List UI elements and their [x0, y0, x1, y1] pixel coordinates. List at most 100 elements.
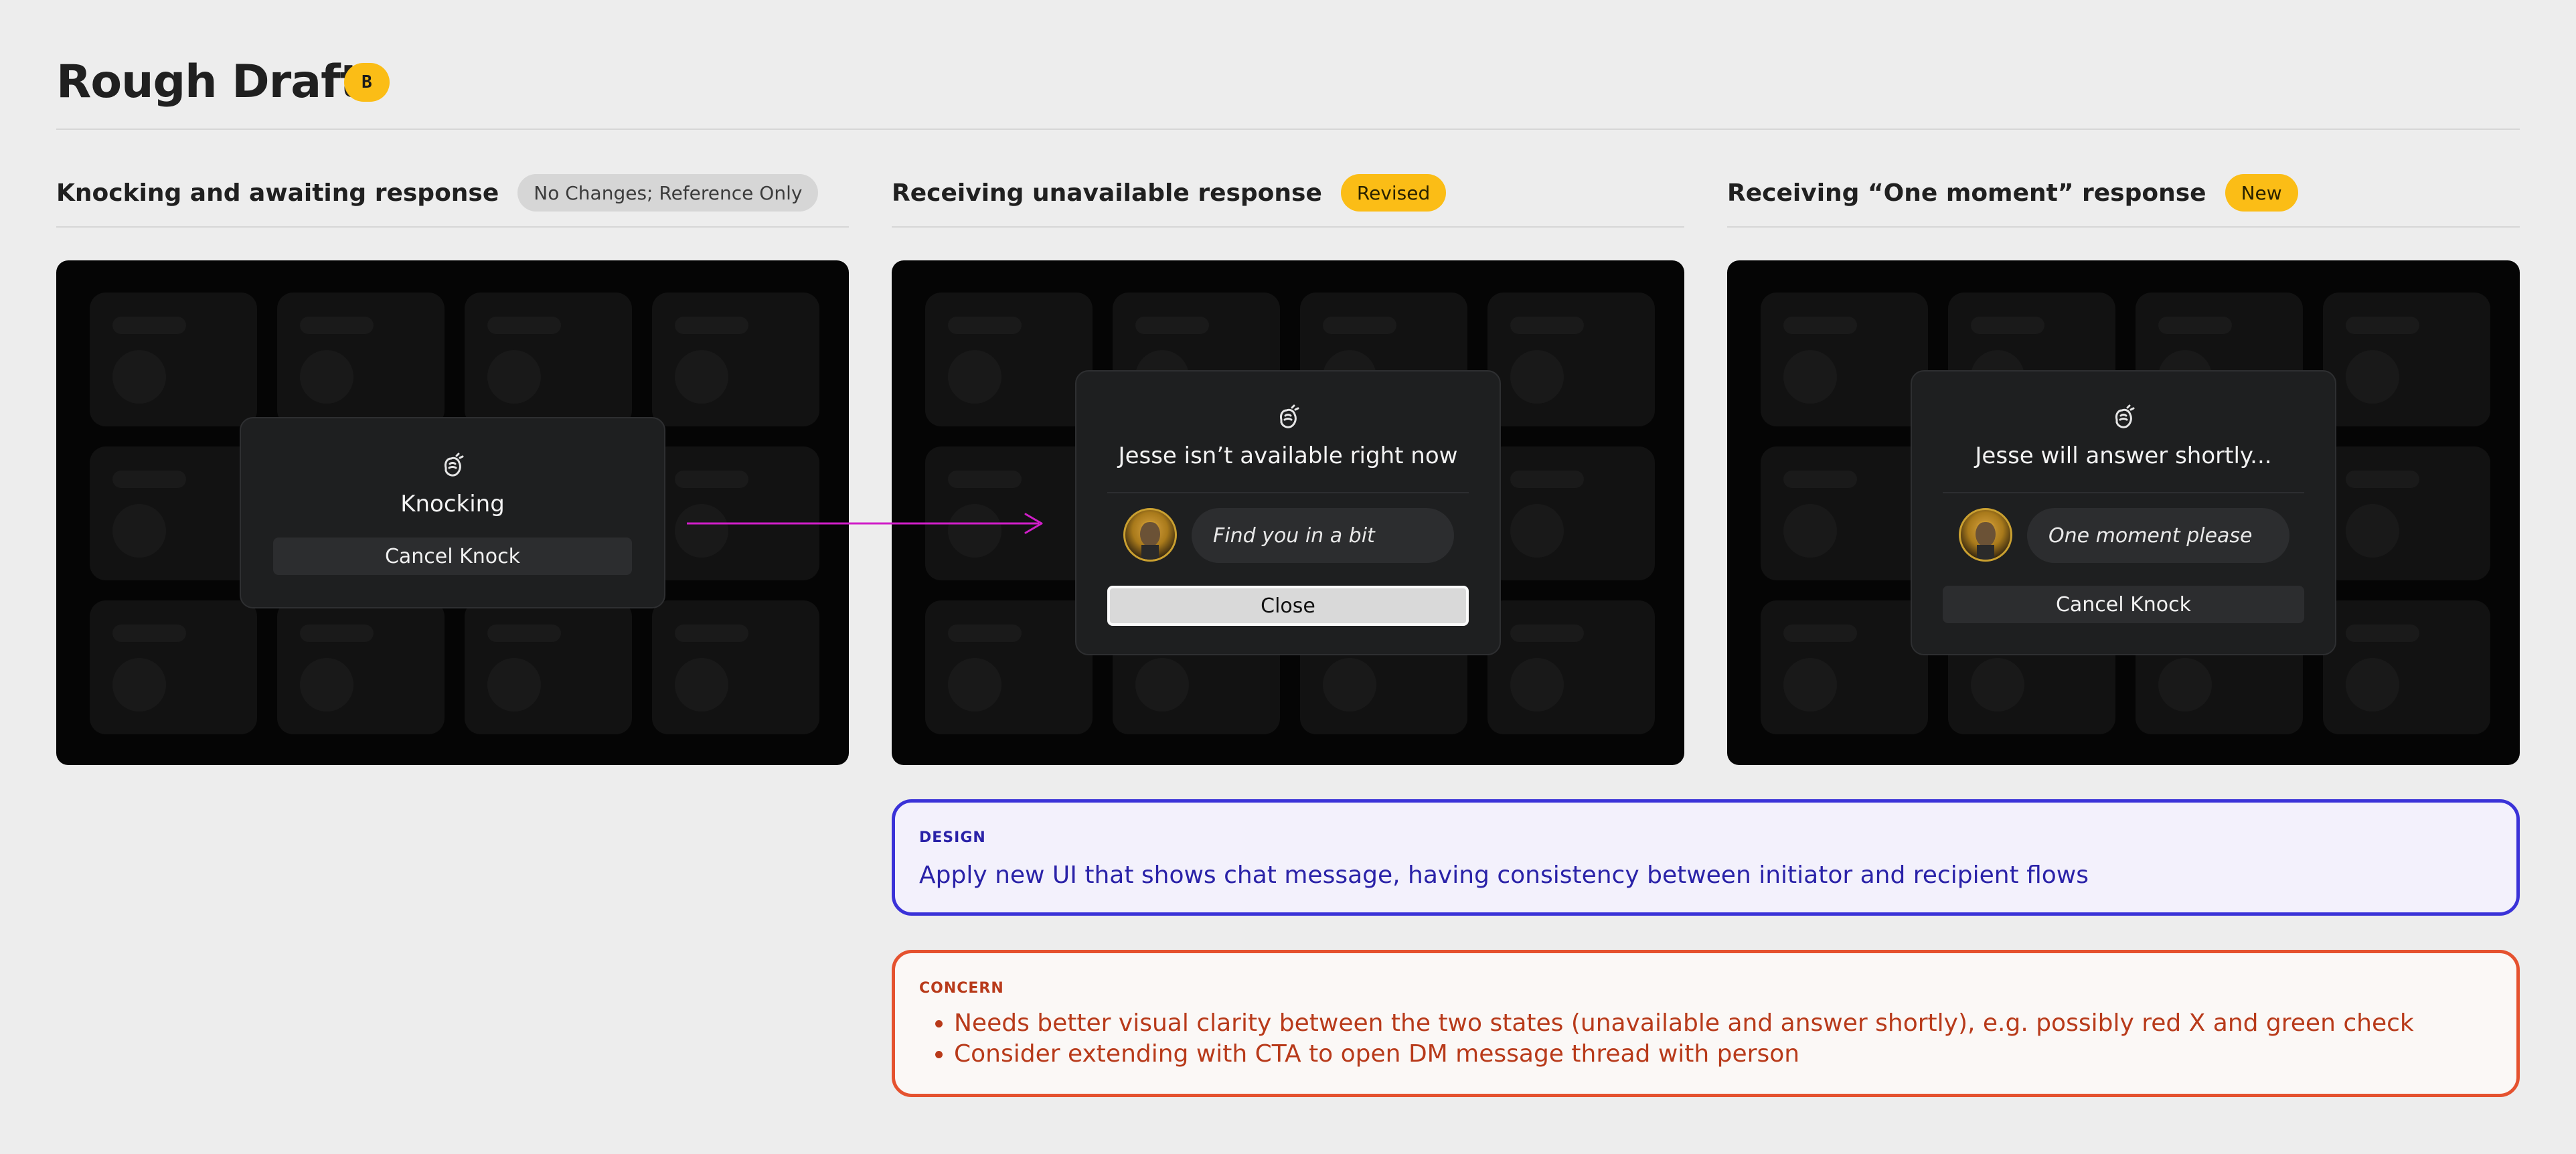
participant-tile	[90, 600, 257, 734]
tile-avatar-placeholder	[1510, 504, 1564, 558]
tile-avatar-placeholder	[1783, 504, 1837, 558]
participant-tile	[652, 293, 819, 426]
tile-avatar-placeholder	[112, 350, 166, 404]
tile-avatar-placeholder	[948, 658, 1001, 712]
unavailable-dialog: Jesse isn’t available right now Find you…	[1075, 370, 1501, 655]
avatar	[1123, 508, 1177, 562]
tile-name-placeholder	[2346, 317, 2419, 334]
tile-name-placeholder	[300, 317, 374, 334]
tile-avatar-placeholder	[300, 350, 353, 404]
dialog-divider	[1107, 492, 1469, 493]
dialog-title: Jesse will answer shortly...	[1975, 442, 2272, 469]
tile-avatar-placeholder	[2158, 658, 2212, 712]
status-badge: Revised	[1340, 174, 1447, 212]
tile-name-placeholder	[487, 317, 561, 334]
tile-avatar-placeholder	[1135, 658, 1189, 712]
design-note: DESIGN Apply new UI that shows chat mess…	[892, 799, 2520, 916]
tile-name-placeholder	[948, 471, 1022, 488]
knock-hand-icon	[1280, 404, 1299, 428]
column-divider	[56, 226, 849, 228]
tile-name-placeholder	[112, 317, 186, 334]
tile-name-placeholder	[112, 471, 186, 488]
participant-tile	[1487, 293, 1655, 426]
list-item: Consider extending with CTA to open DM m…	[954, 1039, 2414, 1070]
avatar	[1959, 508, 2012, 562]
dialog-title: Jesse isn’t available right now	[1118, 442, 1458, 469]
tile-avatar-placeholder	[1971, 658, 2024, 712]
participant-tile	[1487, 446, 1655, 580]
tile-avatar-placeholder	[300, 658, 353, 712]
participant-tile	[1761, 446, 1928, 580]
participant-tile	[1487, 600, 1655, 734]
tile-avatar-placeholder	[112, 658, 166, 712]
tile-avatar-placeholder	[2346, 350, 2399, 404]
tile-name-placeholder	[675, 471, 748, 488]
chat-message-bubble: One moment please	[2027, 508, 2289, 563]
knocking-dialog: Knocking Cancel Knock	[240, 417, 665, 608]
participant-tile	[1761, 293, 1928, 426]
tile-avatar-placeholder	[948, 350, 1001, 404]
tile-name-placeholder	[1323, 317, 1396, 334]
tile-name-placeholder	[675, 625, 748, 642]
concern-note: CONCERN Needs better visual clarity betw…	[892, 950, 2520, 1097]
tile-avatar-placeholder	[1323, 658, 1376, 712]
tile-name-placeholder	[948, 317, 1022, 334]
column-header-unavailable: Receiving unavailable response Revised	[892, 173, 1447, 213]
knock-hand-icon	[445, 452, 464, 477]
tile-name-placeholder	[948, 625, 1022, 642]
tile-avatar-placeholder	[2346, 658, 2399, 712]
column-title: Receiving unavailable response	[892, 179, 1322, 207]
tile-name-placeholder	[300, 625, 374, 642]
participant-tile	[2323, 446, 2490, 580]
tile-avatar-placeholder	[1510, 350, 1564, 404]
one-moment-dialog: Jesse will answer shortly... One moment …	[1911, 370, 2336, 655]
participant-tile	[277, 600, 445, 734]
tile-avatar-placeholder	[487, 350, 541, 404]
tile-avatar-placeholder	[112, 504, 166, 558]
page-title: Rough Draft	[56, 56, 361, 108]
note-text: Apply new UI that shows chat message, ha…	[919, 861, 2089, 889]
concern-list: Needs better visual clarity between the …	[919, 1008, 2414, 1070]
tile-avatar-placeholder	[675, 658, 728, 712]
title-divider	[56, 129, 2520, 130]
column-divider	[1727, 226, 2520, 228]
note-tag: CONCERN	[919, 980, 1004, 997]
participant-tile	[90, 293, 257, 426]
tile-name-placeholder	[675, 317, 748, 334]
participant-tile	[1761, 600, 1928, 734]
participant-tile	[465, 293, 632, 426]
tile-avatar-placeholder	[1783, 350, 1837, 404]
tile-name-placeholder	[112, 625, 186, 642]
cancel-knock-button[interactable]: Cancel Knock	[273, 538, 632, 575]
tile-name-placeholder	[487, 625, 561, 642]
tile-avatar-placeholder	[2346, 504, 2399, 558]
column-divider	[892, 226, 1684, 228]
status-badge: New	[2225, 174, 2298, 212]
tile-name-placeholder	[1510, 317, 1584, 334]
participant-tile	[277, 293, 445, 426]
tile-name-placeholder	[1971, 317, 2044, 334]
participant-tile	[2323, 293, 2490, 426]
close-button[interactable]: Close	[1107, 586, 1469, 626]
participant-tile	[925, 600, 1093, 734]
tile-name-placeholder	[1510, 471, 1584, 488]
tile-name-placeholder	[1510, 625, 1584, 642]
dialog-divider	[1943, 492, 2304, 493]
tile-name-placeholder	[1783, 471, 1857, 488]
participant-tile	[465, 600, 632, 734]
note-tag: DESIGN	[919, 829, 986, 846]
participant-tile	[925, 293, 1093, 426]
column-header-one-moment: Receiving “One moment” response New	[1727, 173, 2298, 213]
list-item: Needs better visual clarity between the …	[954, 1008, 2414, 1039]
flow-arrow	[687, 513, 1043, 534]
column-title: Knocking and awaiting response	[56, 179, 499, 207]
column-title: Receiving “One moment” response	[1727, 179, 2206, 207]
dialog-title: Knocking	[400, 491, 505, 517]
status-badge: No Changes; Reference Only	[517, 174, 819, 212]
tile-name-placeholder	[2346, 625, 2419, 642]
cancel-knock-button[interactable]: Cancel Knock	[1943, 586, 2304, 623]
screen-one-moment: Jesse will answer shortly... One moment …	[1727, 260, 2520, 765]
column-header-knocking: Knocking and awaiting response No Change…	[56, 173, 819, 213]
tile-avatar-placeholder	[1510, 658, 1564, 712]
version-badge: B	[344, 63, 390, 102]
